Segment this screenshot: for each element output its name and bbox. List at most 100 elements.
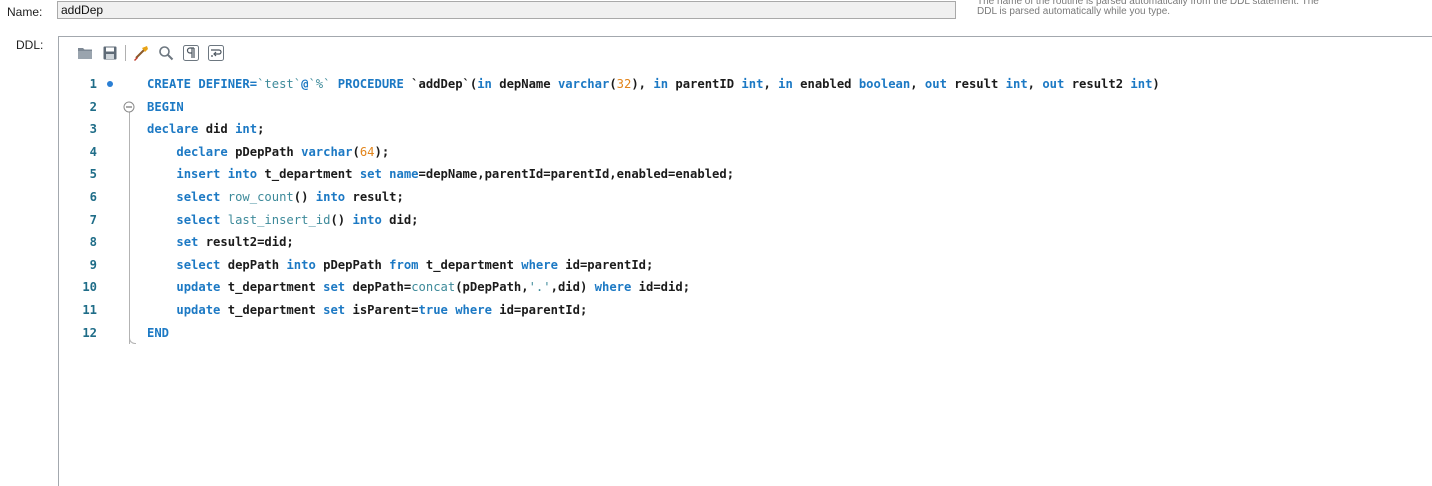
code-token: in	[653, 77, 676, 91]
code-token: set	[323, 303, 353, 317]
code-token: true	[418, 303, 456, 317]
code-token: t_department	[227, 280, 324, 295]
code-token: set	[323, 280, 353, 295]
code-line[interactable]: 5 insert into t_department set name=depN…	[0, 164, 1432, 184]
code-line[interactable]: 4 declare pDepPath varchar(64);	[0, 142, 1432, 162]
code-token: PROCEDURE	[330, 77, 412, 91]
code-text: select depPath into pDepPath from t_depa…	[147, 255, 653, 275]
code-text: END	[147, 323, 169, 343]
code-token: declare	[176, 144, 236, 159]
code-token: result;	[352, 190, 404, 204]
code-token: )	[1152, 77, 1160, 91]
code-token: select	[176, 190, 228, 204]
open-folder-icon[interactable]	[76, 44, 94, 62]
code-token: result2	[1071, 77, 1131, 91]
code-token: ,did)	[550, 280, 595, 295]
code-token: set	[359, 167, 390, 182]
code-token: depPath=	[352, 280, 412, 295]
code-line[interactable]: 3 declare did int;	[0, 119, 1432, 139]
code-token: select	[176, 212, 228, 227]
code-line[interactable]: 10 update t_department set depPath=conca…	[0, 277, 1432, 297]
code-token: concat	[411, 280, 456, 295]
wrap-lines-icon[interactable]	[207, 44, 225, 62]
code-token: );	[374, 144, 390, 159]
code-token: ),	[631, 77, 654, 91]
code-token: in	[778, 77, 801, 91]
code-token: isParent=	[352, 303, 419, 317]
line-number: 12	[82, 325, 97, 340]
code-token: update	[176, 303, 228, 317]
fold-collapse-icon[interactable]	[123, 101, 135, 113]
code-text: set result2=did;	[147, 232, 294, 252]
code-token: into	[315, 190, 353, 204]
code-token: where	[594, 280, 639, 295]
code-token: where	[521, 257, 566, 272]
beautify-icon[interactable]	[132, 44, 150, 62]
line-number: 4	[89, 144, 97, 159]
code-token: out	[1042, 77, 1072, 91]
code-token: `test`	[257, 77, 302, 91]
code-line[interactable]: 12 END	[0, 323, 1432, 343]
code-token: t_department	[227, 303, 324, 317]
code-token: t_department	[264, 167, 360, 182]
routine-name-input[interactable]	[57, 1, 956, 19]
code-token: depPath	[227, 257, 287, 272]
code-token: ()	[330, 212, 353, 227]
code-token: END	[147, 325, 170, 340]
code-token: (pDepPath,	[455, 280, 529, 295]
save-icon[interactable]	[101, 44, 119, 62]
code-token: update	[176, 280, 228, 295]
code-token: ()	[293, 190, 316, 204]
code-text: update t_department set isParent=true wh…	[147, 300, 587, 320]
code-token: (	[352, 144, 360, 159]
line-number: 2	[89, 99, 97, 114]
code-token: =depName,parentId=parentId,enabled=enabl…	[418, 167, 735, 182]
find-icon[interactable]	[157, 44, 175, 62]
code-text: select last_insert_id() into did;	[147, 210, 418, 230]
code-token: select	[176, 257, 228, 272]
code-token: insert into	[176, 167, 265, 182]
line-number: 7	[89, 212, 97, 227]
code-token: did	[205, 122, 236, 137]
code-token: int	[1130, 77, 1153, 91]
code-text: CREATE DEFINER=`test`@`%` PROCEDURE `add…	[147, 74, 1160, 94]
code-text: select row_count() into result;	[147, 187, 404, 207]
code-token: int	[1005, 77, 1028, 91]
code-token: where	[455, 303, 500, 317]
code-token: id=parentId;	[499, 303, 588, 317]
code-line[interactable]: 8 set result2=did;	[0, 232, 1432, 252]
code-line[interactable]: 2 BEGIN	[0, 97, 1432, 117]
code-line[interactable]: 6 select row_count() into result;	[0, 187, 1432, 207]
line-number: 9	[89, 257, 97, 272]
code-token: out	[924, 77, 955, 91]
code-token: pDepPath	[323, 257, 390, 272]
code-text: declare did int;	[147, 119, 264, 139]
code-text: insert into t_department set name=depNam…	[147, 164, 734, 184]
code-token: name	[389, 167, 419, 182]
line-number: 6	[89, 190, 97, 204]
code-token: ,	[763, 77, 779, 91]
invisible-chars-icon[interactable]	[182, 44, 200, 62]
code-token: result2=did;	[205, 235, 294, 250]
code-token: into	[286, 257, 324, 272]
code-token: last_insert_id	[227, 212, 331, 227]
code-token: '.'	[528, 280, 551, 295]
code-token: `%`	[308, 77, 331, 91]
editor-toolbar	[76, 43, 232, 63]
code-token: (	[609, 77, 617, 91]
code-line[interactable]: 9 select depPath into pDepPath from t_de…	[0, 255, 1432, 275]
code-token: pDepPath	[235, 144, 302, 159]
code-token: CREATE DEFINER=	[147, 77, 258, 91]
code-token: from	[389, 257, 426, 272]
code-line[interactable]: 11 update t_department set isParent=true…	[0, 300, 1432, 320]
code-token: ;	[257, 122, 265, 137]
code-token: declare	[147, 122, 206, 137]
code-line[interactable]: 7 select last_insert_id() into did;	[0, 210, 1432, 230]
code-token: 32	[616, 77, 632, 91]
code-line[interactable]: 1 CREATE DEFINER=`test`@`%` PROCEDURE `ad…	[0, 74, 1432, 94]
